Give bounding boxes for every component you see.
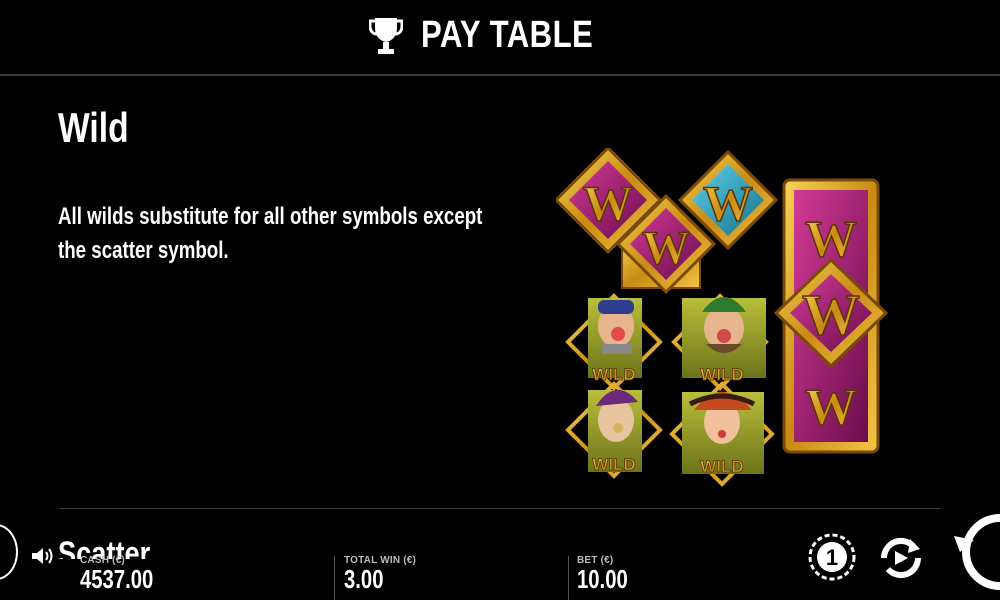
footer-separator (334, 556, 335, 600)
spin-icon[interactable] (952, 504, 1000, 600)
bet-display[interactable]: BET (€) 10.00 (577, 555, 642, 595)
wild-symbols-illustration: W W W W W W WILD WILD WILD WILD (556, 148, 889, 487)
character-wild-1: WILD (565, 293, 663, 391)
wild-letter-left: W (583, 175, 633, 231)
header: PAY TABLE (0, 0, 1000, 74)
coin-value-icon[interactable]: 1 (808, 533, 856, 581)
footer-separator (568, 556, 569, 600)
total-win-display: TOTAL WIN (€) 3.00 (344, 555, 416, 595)
wild-letter-mid: W (642, 222, 690, 275)
bet-value: 10.00 (577, 564, 628, 594)
cash-display: CASH (€) 4537.00 (80, 555, 174, 595)
autoplay-icon[interactable] (876, 533, 926, 583)
page-title: PAY TABLE (421, 14, 594, 56)
header-title-wrap: PAY TABLE (0, 14, 1000, 57)
wild-label-2: WILD (700, 365, 743, 384)
section-description: All wilds substitute for all other symbo… (58, 203, 483, 264)
cash-value: 4537.00 (80, 564, 154, 594)
character-wild-2: WILD (671, 293, 769, 391)
stacked-wild-reel: W W W (773, 178, 889, 454)
svg-text:1: 1 (826, 545, 838, 570)
wild-label-3: WILD (592, 455, 635, 474)
wild-label-1: WILD (592, 365, 635, 384)
section-heading: Wild (58, 104, 129, 151)
wild-diamond-cluster: W W W (556, 148, 779, 295)
character-wild-3: WILD (565, 381, 663, 479)
trophy-icon (368, 17, 403, 54)
sound-icon[interactable] (30, 544, 54, 568)
wild-letter-center: W (802, 282, 860, 347)
total-win-value: 3.00 (344, 564, 384, 594)
wild-label-4: WILD (700, 457, 743, 476)
wild-letter-teal: W (703, 175, 753, 231)
header-divider (0, 74, 1000, 76)
character-wild-4: WILD (669, 381, 775, 487)
section-divider (60, 508, 940, 509)
wild-letter-bottom: W (805, 379, 857, 436)
menu-button[interactable] (0, 524, 18, 580)
